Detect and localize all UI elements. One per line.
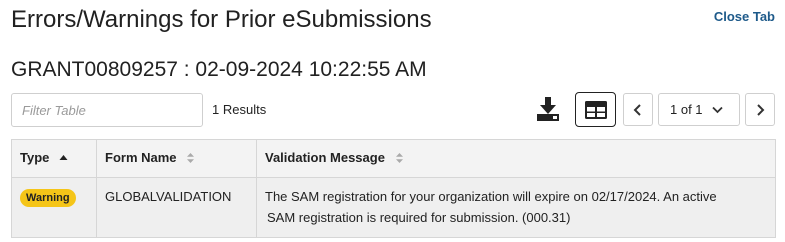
page-title: Errors/Warnings for Prior eSubmissions [11, 6, 432, 33]
download-button[interactable] [534, 94, 564, 124]
sort-ascending-icon [59, 152, 68, 167]
chevron-down-icon [711, 106, 723, 114]
table-view-icon [584, 100, 607, 119]
column-header-validation-message[interactable]: Validation Message [256, 139, 776, 178]
column-header-label: Form Name [105, 150, 177, 166]
submission-heading: GRANT00809257 : 02-09-2024 10:22:55 AM [11, 58, 427, 81]
close-tab-link[interactable]: Close Tab [714, 9, 775, 24]
type-cell: Warning [11, 177, 97, 238]
column-header-form-name[interactable]: Form Name [96, 139, 257, 178]
form-name-cell: GLOBALVALIDATION [96, 177, 257, 238]
table-row: Warning GLOBALVALIDATION The SAM registr… [11, 177, 776, 238]
warning-badge: Warning [20, 189, 76, 207]
sort-icon [395, 152, 404, 167]
validation-message-line: The SAM registration for your organizati… [265, 189, 717, 204]
table-header-row: Type Form Name Validation Message [11, 139, 776, 178]
validation-message-line: SAM registration is required for submiss… [267, 210, 571, 225]
sort-icon [186, 152, 195, 167]
download-icon [537, 97, 559, 121]
column-header-label: Validation Message [265, 150, 385, 166]
results-count: 1 Results [212, 102, 267, 117]
previous-page-button[interactable] [623, 93, 653, 126]
filter-table-input[interactable] [11, 93, 203, 127]
validation-message-cell: The SAM registration for your organizati… [256, 177, 776, 238]
column-header-type[interactable]: Type [11, 139, 97, 178]
column-header-label: Type [20, 150, 50, 166]
page-select[interactable]: 1 of 1 [658, 93, 740, 126]
table-view-button[interactable] [575, 92, 616, 127]
next-page-button[interactable] [745, 93, 775, 126]
page-label: 1 of 1 [670, 102, 703, 117]
chevron-right-icon [757, 103, 765, 116]
errors-table: Type Form Name Validation Message Warnin… [11, 139, 776, 238]
chevron-left-icon [633, 103, 641, 116]
